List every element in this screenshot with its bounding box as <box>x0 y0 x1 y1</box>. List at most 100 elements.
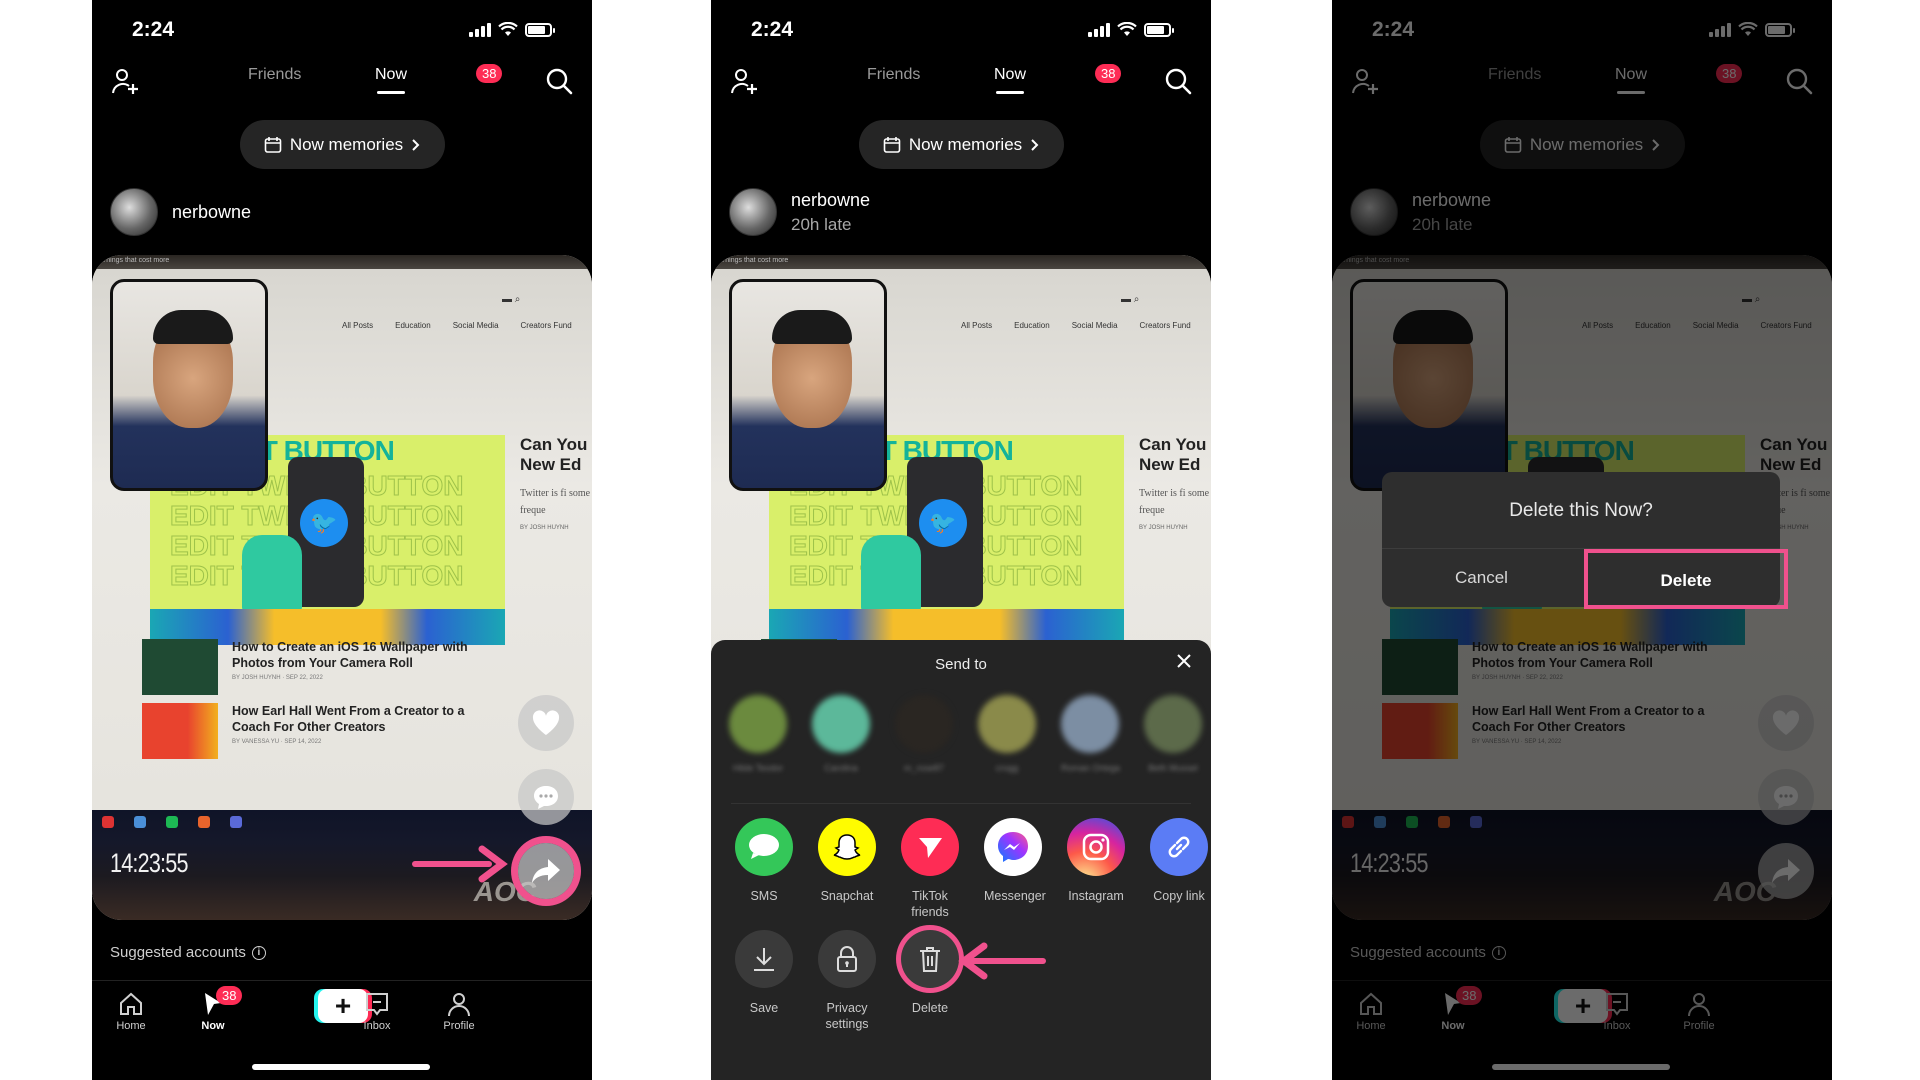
suggested-accounts[interactable]: Suggested accountsi <box>1350 944 1506 961</box>
contact-name: Roman Ortega <box>1061 763 1121 773</box>
avatar[interactable] <box>110 188 158 236</box>
post-author[interactable]: nerbowne 20h late <box>729 188 870 236</box>
snapchat-icon <box>833 834 861 860</box>
avatar[interactable] <box>1350 188 1398 236</box>
annotation-arrowhead <box>478 845 508 883</box>
delete-confirm-dialog: Delete this Now? Cancel Delete <box>1382 472 1788 609</box>
tab-inbox[interactable]: Inbox <box>1582 989 1652 1032</box>
tab-now-bottom[interactable]: 38Now <box>178 986 248 1032</box>
add-friend-icon[interactable] <box>1350 66 1382 98</box>
info-icon[interactable]: i <box>1491 945 1506 960</box>
contact-item[interactable]: Roman Ortega <box>1061 695 1121 773</box>
username: nerbowne <box>1412 189 1492 210</box>
trash-icon <box>920 947 940 972</box>
home-icon <box>120 992 142 1015</box>
contact-avatar <box>1144 695 1202 753</box>
tab-home[interactable]: Home <box>96 989 166 1032</box>
status-time: 2:24 <box>132 18 175 41</box>
chevron-right-icon <box>1652 138 1660 151</box>
search-icon[interactable] <box>1784 66 1814 96</box>
tab-friends[interactable]: Friends 38 <box>248 64 503 84</box>
privacy-settings-button[interactable]: Privacy settings <box>818 930 876 1032</box>
calendar-icon <box>1504 136 1522 153</box>
contact-item[interactable]: crogg <box>978 695 1036 773</box>
now-memories-button[interactable]: Now memories <box>1480 120 1685 169</box>
tab-friends[interactable]: Friends 38 <box>1488 64 1743 84</box>
tab-now[interactable]: Now <box>375 66 407 94</box>
add-friend-icon[interactable] <box>110 66 142 98</box>
battery-icon <box>525 22 555 37</box>
chevron-right-icon <box>412 138 420 151</box>
share-tiktok-friends[interactable]: TikTok friends <box>901 818 959 920</box>
calendar-icon <box>264 136 282 153</box>
twitter-bird-icon: 🐦 <box>919 499 967 547</box>
tab-now-bottom[interactable]: 38Now <box>1418 986 1488 1032</box>
like-button[interactable] <box>518 695 574 751</box>
now-memories-button[interactable]: Now memories <box>859 120 1064 169</box>
share-button[interactable] <box>518 843 574 899</box>
close-icon[interactable] <box>1173 650 1195 672</box>
contact-item[interactable]: m_rose87 <box>895 695 953 773</box>
delete-button[interactable]: Delete <box>901 930 959 1032</box>
article-thumbnail <box>142 703 218 759</box>
cat-illustration <box>861 535 921 613</box>
info-icon[interactable]: i <box>251 945 266 960</box>
profile-icon <box>448 993 470 1017</box>
tab-profile[interactable]: Profile <box>424 989 494 1032</box>
signal-icon <box>469 22 491 37</box>
side-article: Can You New Ed Twitter is fi some freque… <box>1139 435 1210 531</box>
article-thumbnail <box>1382 639 1458 695</box>
share-copy-link[interactable]: Copy link <box>1150 818 1208 920</box>
comment-button[interactable] <box>518 769 574 825</box>
search-icon[interactable] <box>1163 66 1193 96</box>
share-instagram[interactable]: Instagram <box>1067 818 1125 920</box>
share-messenger[interactable]: Messenger <box>984 818 1046 920</box>
username: nerbowne <box>791 189 871 210</box>
save-button[interactable]: Save <box>735 930 793 1032</box>
sms-icon <box>749 834 779 859</box>
wifi-icon <box>1117 22 1137 36</box>
contact-item[interactable]: Beth Mussel <box>1144 695 1202 773</box>
like-button[interactable] <box>1758 695 1814 751</box>
dialog-cancel-button[interactable]: Cancel <box>1382 549 1581 607</box>
contact-name: m_rose87 <box>903 763 945 773</box>
avatar[interactable] <box>729 188 777 236</box>
dialog-delete-button[interactable]: Delete <box>1584 549 1788 609</box>
post-author[interactable]: nerbowne <box>110 188 251 236</box>
share-button[interactable] <box>1758 843 1814 899</box>
site-logo-search: ▬ ⌕ <box>502 294 521 305</box>
post-lateness: 20h late <box>791 214 852 234</box>
status-bar: 2:24 <box>92 18 592 44</box>
comment-button[interactable] <box>1758 769 1814 825</box>
photo-clock: 14:23:55 <box>110 848 188 878</box>
lock-icon <box>837 946 857 972</box>
taskbar-icons <box>1342 816 1482 828</box>
tab-now[interactable]: Now <box>994 66 1026 94</box>
tab-home[interactable]: Home <box>1336 989 1406 1032</box>
now-memories-button[interactable]: Now memories <box>240 120 445 169</box>
share-sms[interactable]: SMS <box>735 818 793 920</box>
post-author[interactable]: nerbowne 20h late <box>1350 188 1491 236</box>
tab-friends[interactable]: Friends 38 <box>867 64 1122 84</box>
now-memories-label: Now memories <box>908 134 1023 154</box>
wifi-icon <box>498 22 518 36</box>
tab-inbox[interactable]: Inbox <box>342 989 412 1032</box>
tiktok-friends-icon <box>919 838 942 858</box>
tab-now[interactable]: Now <box>1615 66 1647 94</box>
tab-profile[interactable]: Profile <box>1664 989 1734 1032</box>
search-icon[interactable] <box>544 66 574 96</box>
photo-clock: 14:23:55 <box>1350 848 1428 878</box>
contact-item[interactable]: Carolina <box>812 695 870 773</box>
share-snapchat[interactable]: Snapchat <box>818 818 876 920</box>
dialog-title: Delete this Now? <box>1509 500 1653 521</box>
suggested-accounts[interactable]: Suggested accountsi <box>110 944 266 961</box>
post-actions <box>518 695 574 899</box>
article-item: How Earl Hall Went From a Creator to a C… <box>142 703 482 759</box>
now-post-photo[interactable]: Things that cost more ▬ ⌕ All Posts Educ… <box>92 255 592 920</box>
add-friend-icon[interactable] <box>729 66 761 98</box>
download-icon <box>754 948 774 971</box>
phone-screen-step-1: 2:24 Friends 38 Now Now memories nerbowne… <box>92 0 592 1080</box>
browser-bar: Things that cost more <box>92 255 592 269</box>
contact-item[interactable]: Hilde Teodor <box>729 695 787 773</box>
contact-name: crogg <box>995 763 1019 773</box>
